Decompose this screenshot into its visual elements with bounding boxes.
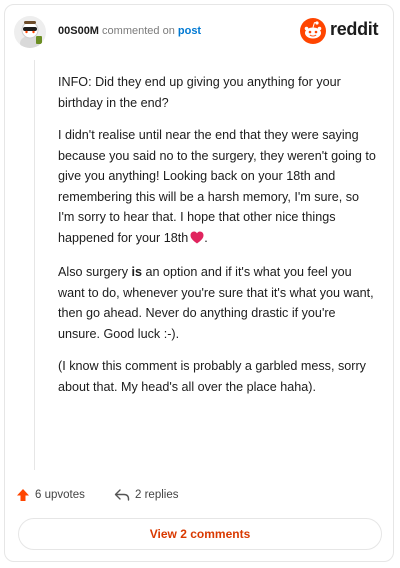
reply-button[interactable]: 2 replies <box>114 486 178 504</box>
comment-paragraph: I didn't realise until near the end that… <box>58 125 378 250</box>
comment-body: INFO: Did they end up giving you anythin… <box>58 72 378 409</box>
reply-arrow-icon <box>114 489 130 501</box>
comment-meta: 00S00M commented on post <box>58 24 201 38</box>
comment-paragraph: Also surgery is an option and if it's wh… <box>58 262 378 344</box>
period-text: . <box>204 230 208 245</box>
username[interactable]: 00S00M <box>58 25 99 37</box>
comment-actions: 6 upvotes 2 replies <box>16 486 376 504</box>
comment-paragraph: INFO: Did they end up giving you anythin… <box>58 75 341 110</box>
upvote-button[interactable]: 6 upvotes <box>16 486 85 504</box>
comment-header: 00S00M commented on post reddit <box>14 16 379 52</box>
comment-text: Also surgery <box>58 265 132 279</box>
view-comments-button[interactable]: View 2 comments <box>18 518 382 550</box>
reddit-brand[interactable]: reddit <box>300 16 379 44</box>
commented-text: commented on <box>102 25 175 37</box>
upvote-arrow-icon <box>17 489 29 501</box>
heart-emoji-icon <box>190 230 204 251</box>
reddit-logo-icon <box>300 18 326 44</box>
user-avatar[interactable] <box>14 16 46 48</box>
thread-line[interactable] <box>34 60 35 470</box>
reddit-wordmark: reddit <box>330 19 379 39</box>
bold-text: is <box>131 265 143 279</box>
reply-count: 2 replies <box>135 489 179 501</box>
upvote-count: 6 upvotes <box>35 489 85 501</box>
comment-text: I didn't realise until near the end that… <box>58 128 376 245</box>
comment-paragraph: (I know this comment is probably a garbl… <box>58 359 366 394</box>
post-link[interactable]: post <box>178 25 201 37</box>
